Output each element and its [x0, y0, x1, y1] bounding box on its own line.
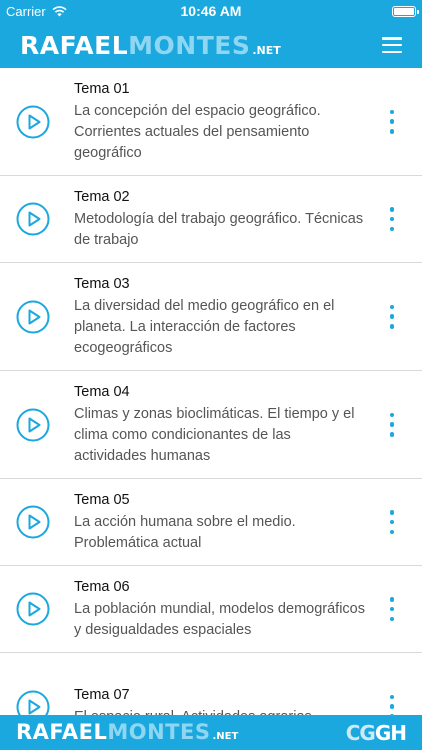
topic-title: Tema 01 [74, 81, 130, 97]
topic-description: La acción humana sobre el medio. Problem… [74, 514, 296, 551]
list-item[interactable]: Tema 03 La diversidad del medio geográfi… [0, 263, 422, 371]
play-circle-icon[interactable] [16, 592, 50, 626]
topic-description: La concepción del espacio geográfico. Co… [74, 103, 321, 161]
nav-bar: RAFAEL MONTES .NET [0, 22, 422, 68]
footer-logo-text-secondary: MONTES [107, 720, 211, 744]
list-item[interactable]: Tema 05 La acción humana sobre el medio.… [0, 479, 422, 566]
more-vertical-icon[interactable] [388, 304, 396, 329]
cggh-logo[interactable]: CGGH [345, 720, 407, 745]
cggh-logo-part-a: CG [345, 720, 376, 745]
logo-suffix: .NET [252, 43, 281, 57]
header-logo[interactable]: RAFAEL MONTES .NET [20, 33, 281, 58]
cggh-logo-part-b: GH [374, 720, 407, 745]
topic-title: Tema 02 [74, 189, 130, 205]
more-vertical-icon[interactable] [388, 109, 396, 134]
list-item[interactable]: Tema 04 Climas y zonas bioclimáticas. El… [0, 371, 422, 479]
footer-logo-suffix: .NET [212, 731, 239, 742]
logo-text-primary: RAFAEL [20, 30, 129, 60]
hamburger-menu-icon[interactable] [382, 37, 402, 53]
play-circle-icon[interactable] [16, 105, 50, 139]
topic-title: Tema 07 [74, 687, 130, 703]
more-vertical-icon[interactable] [388, 597, 396, 621]
more-vertical-icon[interactable] [388, 694, 396, 715]
list-item[interactable]: Tema 01 La concepción del espacio geográ… [0, 68, 422, 176]
status-bar: Carrier 10:46 AM [0, 0, 422, 22]
play-circle-icon[interactable] [16, 408, 50, 442]
topic-title: Tema 04 [74, 384, 130, 400]
footer-bar: RAFAEL MONTES .NET CGGH [0, 715, 422, 750]
footer-logo-text-primary: RAFAEL [16, 720, 108, 744]
list-item[interactable]: Tema 02 Metodología del trabajo geográfi… [0, 176, 422, 263]
more-vertical-icon[interactable] [388, 207, 396, 231]
footer-logo[interactable]: RAFAEL MONTES .NET [16, 722, 238, 743]
topic-list[interactable]: Tema 01 La concepción del espacio geográ… [0, 68, 422, 715]
topic-title: Tema 03 [74, 276, 130, 292]
list-item[interactable]: Tema 07 El espacio rural. Actividades ag… [0, 653, 422, 715]
logo-text-secondary: MONTES [128, 30, 251, 60]
topic-title: Tema 06 [74, 579, 130, 595]
topic-description: Climas y zonas bioclimáticas. El tiempo … [74, 406, 355, 464]
topic-description: Metodología del trabajo geográfico. Técn… [74, 211, 364, 248]
more-vertical-icon[interactable] [388, 412, 396, 437]
status-left: Carrier [6, 4, 126, 19]
topic-description: La diversidad del medio geográfico en el… [74, 298, 335, 356]
status-right [296, 5, 419, 17]
topic-description: El espacio rural. Actividades agrarias, [74, 707, 366, 715]
carrier-label: Carrier [6, 3, 46, 19]
play-circle-icon[interactable] [16, 690, 50, 716]
more-vertical-icon[interactable] [388, 510, 396, 534]
status-time: 10:46 AM [180, 3, 242, 19]
play-circle-icon[interactable] [16, 505, 50, 539]
play-circle-icon[interactable] [16, 300, 50, 334]
battery-icon [391, 5, 419, 17]
wifi-icon [52, 5, 67, 16]
topic-description: La población mundial, modelos demográfic… [74, 601, 365, 638]
topic-title: Tema 05 [74, 492, 130, 508]
play-circle-icon[interactable] [16, 202, 50, 236]
list-item[interactable]: Tema 06 La población mundial, modelos de… [0, 566, 422, 653]
